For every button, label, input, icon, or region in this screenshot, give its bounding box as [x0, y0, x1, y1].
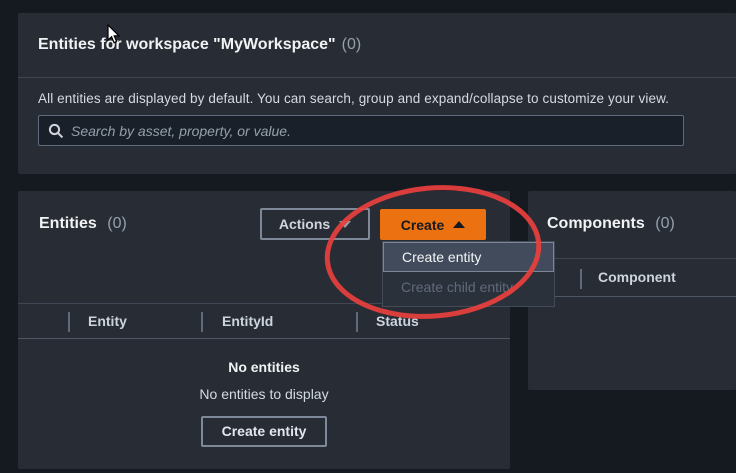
card-body: All entities are displayed by default. Y…	[18, 78, 736, 146]
components-table-header: Component	[528, 258, 736, 297]
create-button[interactable]: Create	[380, 209, 486, 240]
entities-table-panel: Entities (0) Actions Create Entity Entit…	[18, 191, 510, 469]
search-icon	[48, 123, 64, 139]
entities-empty-state: No entities No entities to display Creat…	[18, 357, 510, 447]
column-header-status: Status	[376, 304, 419, 338]
chevron-up-icon	[453, 221, 465, 228]
entities-table-header: Entity EntityId Status	[18, 303, 510, 339]
chevron-down-icon	[339, 221, 351, 228]
empty-state-title: No entities	[18, 357, 510, 377]
entities-description: All entities are displayed by default. Y…	[38, 91, 716, 106]
create-dropdown-menu: Create entity Create child entity	[382, 241, 555, 307]
menu-item-create-child-entity: Create child entity	[383, 272, 554, 303]
header-divider	[580, 269, 582, 289]
entity-search-box[interactable]	[38, 115, 684, 146]
entities-panel-count: (0)	[107, 215, 127, 232]
card-header: Entities for workspace "MyWorkspace" (0)	[18, 13, 736, 78]
actions-button[interactable]: Actions	[260, 208, 370, 240]
column-header-component: Component	[598, 259, 676, 296]
workspace-entities-card: Entities for workspace "MyWorkspace" (0)…	[18, 13, 736, 174]
empty-state-message: No entities to display	[18, 384, 510, 404]
header-divider	[68, 312, 70, 332]
column-header-entityid: EntityId	[222, 304, 273, 338]
page-title: Entities for workspace "MyWorkspace"	[38, 36, 336, 54]
column-header-entity: Entity	[88, 304, 127, 338]
search-input[interactable]	[71, 116, 674, 145]
entities-count: (0)	[342, 36, 362, 54]
components-panel-count: (0)	[655, 215, 675, 232]
header-divider	[201, 312, 203, 332]
menu-item-create-entity[interactable]: Create entity	[383, 242, 554, 272]
entities-panel-title: Entities (0)	[39, 208, 127, 240]
create-entity-button[interactable]: Create entity	[201, 416, 327, 447]
components-table-panel: Components (0) Component	[528, 191, 736, 390]
header-divider	[356, 312, 358, 332]
components-panel-title: Components (0)	[547, 208, 675, 240]
